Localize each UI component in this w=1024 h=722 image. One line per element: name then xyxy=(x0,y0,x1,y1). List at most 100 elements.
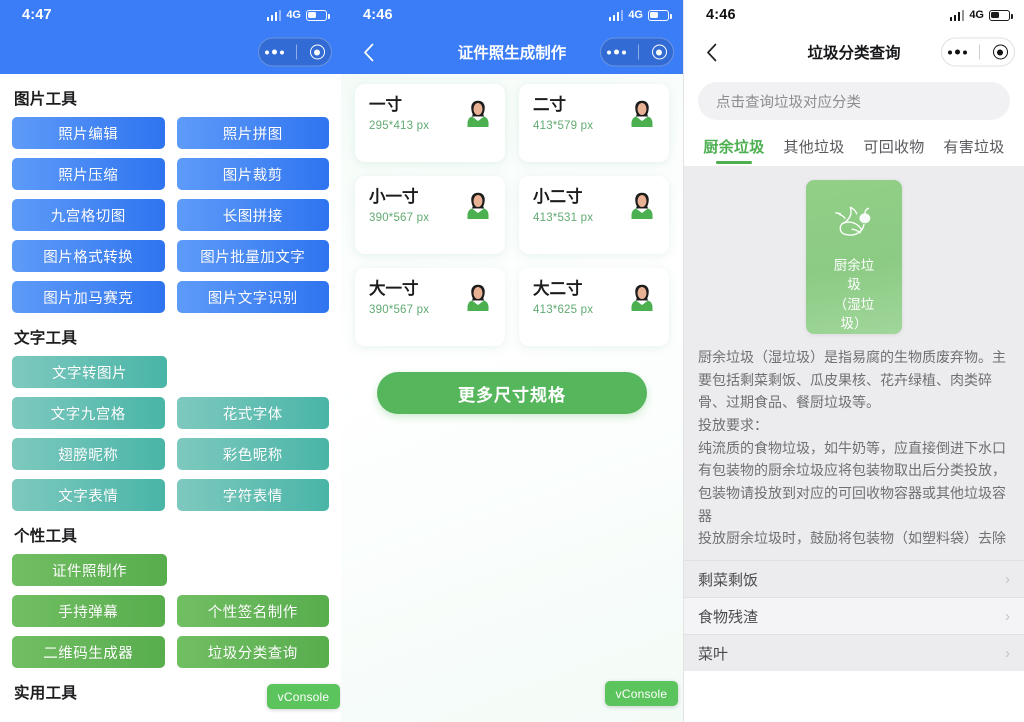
target-circle-icon[interactable] xyxy=(992,44,1008,60)
list-item[interactable]: 菜叶 › xyxy=(684,634,1024,671)
search-input[interactable]: 点击查询垃圾对应分类 xyxy=(698,82,1010,120)
status-bar: 4:46 4G xyxy=(684,0,1024,30)
nav-bar xyxy=(0,30,341,74)
tab-hazardous-waste[interactable]: 有害垃圾 xyxy=(934,130,1014,166)
tool-row: 九宫格切图 长图拼接 xyxy=(12,199,329,231)
tool-button-wing-nickname[interactable]: 翅膀昵称 xyxy=(12,438,165,470)
battery-icon xyxy=(989,9,1013,21)
target-circle-icon[interactable] xyxy=(309,44,325,60)
size-card[interactable]: 二寸 413*579 px xyxy=(519,84,669,162)
tool-button-photo-compress[interactable]: 照片压缩 xyxy=(12,158,165,190)
tool-button-photo-edit[interactable]: 照片编辑 xyxy=(12,117,165,149)
size-card-text: 小一寸 390*567 px xyxy=(369,188,429,224)
size-card[interactable]: 大一寸 390*567 px xyxy=(355,268,505,346)
status-indicators: 4G xyxy=(608,9,672,21)
tool-button-batch-add-text[interactable]: 图片批量加文字 xyxy=(176,240,329,272)
tool-button-handheld-banner[interactable]: 手持弹幕 xyxy=(12,595,165,627)
list-item[interactable]: 剩菜剩饭 › xyxy=(684,560,1024,597)
more-dots-icon[interactable] xyxy=(948,49,968,55)
target-circle-icon[interactable] xyxy=(651,44,667,60)
size-card-text: 二寸 413*579 px xyxy=(533,96,593,132)
network-label: 4G xyxy=(286,9,301,21)
tool-row: 照片压缩 图片裁剪 xyxy=(12,158,329,190)
tool-button-long-image-stitch[interactable]: 长图拼接 xyxy=(176,199,329,231)
capsule-divider xyxy=(296,44,298,60)
more-sizes-button[interactable]: 更多尺寸规格 xyxy=(377,372,647,414)
chevron-left-icon[interactable] xyxy=(698,39,724,65)
person-avatar-icon xyxy=(467,284,489,311)
person-avatar-icon xyxy=(467,192,489,219)
tab-recyclable[interactable]: 可回收物 xyxy=(854,130,934,166)
size-pixels: 390*567 px xyxy=(369,303,430,316)
size-pixels: 413*531 px xyxy=(533,211,594,224)
tool-row: 图片加马赛克 图片文字识别 xyxy=(12,281,329,313)
tool-button-char-emoji[interactable]: 字符表情 xyxy=(176,479,329,511)
person-avatar-icon xyxy=(467,100,489,127)
nav-bar: 垃圾分类查询 xyxy=(684,30,1024,74)
size-card-text: 大一寸 390*567 px xyxy=(369,280,429,316)
tab-kitchen-waste[interactable]: 厨余垃圾 xyxy=(694,130,774,166)
tool-button-garbage-lookup[interactable]: 垃圾分类查询 xyxy=(176,636,329,668)
more-dots-icon[interactable] xyxy=(265,49,285,55)
signal-icon xyxy=(266,9,282,21)
wechat-capsule[interactable] xyxy=(258,37,332,67)
tool-row: 文字九宫格 花式字体 xyxy=(12,397,329,429)
battery-icon xyxy=(306,9,330,21)
size-card[interactable]: 大二寸 413*625 px xyxy=(519,268,669,346)
size-name: 大二寸 xyxy=(533,280,583,298)
panel-id-photo: 4:46 4G 证件照生成制作 一寸 295*413 px 二寸 413*579… xyxy=(341,0,683,722)
size-pixels: 295*413 px xyxy=(369,119,430,132)
size-card-text: 大二寸 413*625 px xyxy=(533,280,593,316)
tool-row: 二维码生成器 垃圾分类查询 xyxy=(12,636,329,668)
tool-button-photo-collage[interactable]: 照片拼图 xyxy=(176,117,329,149)
photo-size-grid: 一寸 295*413 px 二寸 413*579 px 小一寸 390*567 … xyxy=(341,74,683,346)
tool-button-format-convert[interactable]: 图片格式转换 xyxy=(12,240,165,272)
list-item-label: 剩菜剩饭 xyxy=(698,571,759,589)
size-card-text: 小二寸 413*531 px xyxy=(533,188,593,224)
wechat-capsule[interactable] xyxy=(941,37,1015,67)
list-item-label: 食物残渣 xyxy=(698,608,759,626)
wechat-capsule[interactable] xyxy=(600,37,674,67)
vconsole-button[interactable]: vConsole xyxy=(267,684,340,709)
card-line-1: 厨余垃圾 xyxy=(833,257,875,293)
person-avatar-icon xyxy=(631,100,653,127)
size-card[interactable]: 小二寸 413*531 px xyxy=(519,176,669,254)
tool-row: 翅膀昵称 彩色昵称 xyxy=(12,438,329,470)
more-sizes-wrap: 更多尺寸规格 xyxy=(341,346,683,414)
food-waste-icon xyxy=(835,206,871,236)
chevron-right-icon: › xyxy=(1005,644,1010,662)
size-name: 大一寸 xyxy=(369,280,419,298)
tool-button-grid-cut[interactable]: 九宫格切图 xyxy=(12,199,165,231)
chevron-right-icon: › xyxy=(1005,570,1010,588)
size-card[interactable]: 一寸 295*413 px xyxy=(355,84,505,162)
chevron-left-icon[interactable] xyxy=(355,39,381,65)
person-avatar-icon xyxy=(631,284,653,311)
tool-button-fancy-font[interactable]: 花式字体 xyxy=(176,397,329,429)
panel-tools-home: 4:47 4G 图片工具 照片编辑 照片拼图 照片压缩 图片裁剪 九宫格切图 长… xyxy=(0,0,341,722)
description-lead: 厨余垃圾（湿垃圾） xyxy=(698,349,824,365)
screenshot-root: 4:47 4G 图片工具 照片编辑 照片拼图 照片压缩 图片裁剪 九宫格切图 长… xyxy=(0,0,1024,722)
size-name: 小一寸 xyxy=(369,188,419,206)
capsule-divider xyxy=(638,44,640,60)
tool-button-text-grid[interactable]: 文字九宫格 xyxy=(12,397,165,429)
tab-other-waste[interactable]: 其他垃圾 xyxy=(774,130,854,166)
category-detail: 厨余垃圾 （湿垃 圾） 厨余垃圾（湿垃圾）是指易腐的生物质废弃物。主要包括剩菜剩… xyxy=(684,166,1024,672)
nav-bar: 证件照生成制作 xyxy=(341,30,683,74)
tool-button-text-emoji[interactable]: 文字表情 xyxy=(12,479,165,511)
tool-button-mosaic[interactable]: 图片加马赛克 xyxy=(12,281,165,313)
more-dots-icon[interactable] xyxy=(607,49,627,55)
category-card-wrap: 厨余垃圾 （湿垃 圾） xyxy=(684,180,1024,334)
network-label: 4G xyxy=(969,9,984,21)
tool-button-qr-generator[interactable]: 二维码生成器 xyxy=(12,636,165,668)
tool-button-text-to-image[interactable]: 文字转图片 xyxy=(12,356,167,388)
size-card[interactable]: 小一寸 390*567 px xyxy=(355,176,505,254)
signal-icon xyxy=(608,9,624,21)
tool-button-id-photo[interactable]: 证件照制作 xyxy=(12,554,167,586)
tool-button-ocr[interactable]: 图片文字识别 xyxy=(176,281,329,313)
tool-button-signature-maker[interactable]: 个性签名制作 xyxy=(176,595,329,627)
list-item[interactable]: 食物残渣 › xyxy=(684,597,1024,635)
category-description: 厨余垃圾（湿垃圾）是指易腐的生物质废弃物。主要包括剩菜剩饭、瓜皮果核、花卉绿植、… xyxy=(684,334,1024,560)
tool-button-color-nickname[interactable]: 彩色昵称 xyxy=(176,438,329,470)
vconsole-button[interactable]: vConsole xyxy=(605,681,678,706)
tool-button-image-crop[interactable]: 图片裁剪 xyxy=(176,158,329,190)
